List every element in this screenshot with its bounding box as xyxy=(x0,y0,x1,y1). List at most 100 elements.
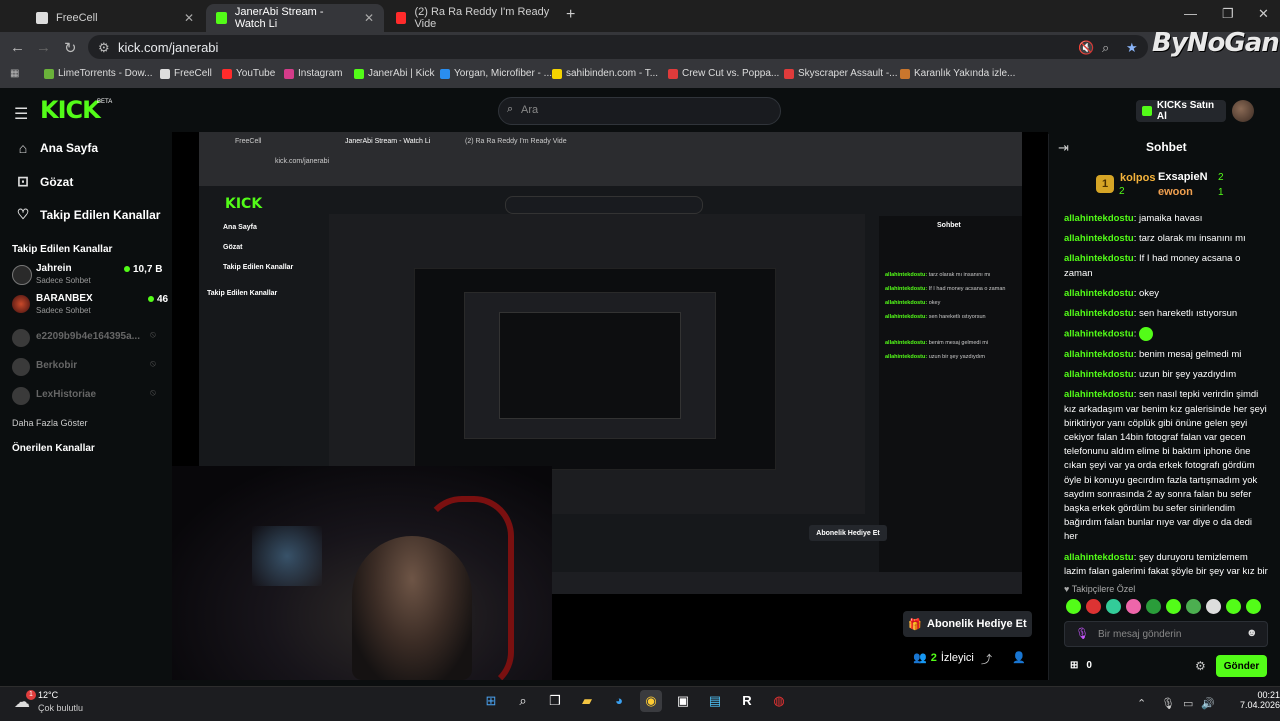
microphone-icon[interactable]: 🎙 xyxy=(1075,627,1089,640)
channel-e2209[interactable]: e2209b9b4e164395a... ⦸ xyxy=(12,326,162,352)
channel-category: Sadece Sohbet xyxy=(36,276,91,285)
nav-following[interactable]: ♡ Takip Edilen Kanallar xyxy=(16,206,161,223)
avatar xyxy=(12,329,30,347)
kicks-balance[interactable]: ⊞ 0 xyxy=(1070,660,1092,671)
emote-icon[interactable] xyxy=(1246,599,1261,614)
windows-start-icon[interactable]: ⊞ xyxy=(480,690,502,712)
emote-icon[interactable] xyxy=(1146,599,1161,614)
zoom-icon[interactable]: ⌕ xyxy=(1102,40,1109,56)
emote-icon[interactable] xyxy=(1226,599,1241,614)
kick-logo[interactable]: KICK xyxy=(40,96,101,124)
user-avatar[interactable] xyxy=(1232,100,1254,122)
muted-icon[interactable]: 🔇 xyxy=(1078,40,1094,56)
bookmark-item[interactable]: LimeTorrents - Dow... xyxy=(44,68,152,79)
minimize-icon[interactable]: — xyxy=(1184,6,1197,21)
emote-icon xyxy=(1138,327,1153,342)
emote-icon[interactable] xyxy=(1066,599,1081,614)
network-app-icon[interactable]: ▤ xyxy=(704,690,726,712)
file-explorer-icon[interactable]: ▰ xyxy=(576,690,598,712)
buy-kicks-button[interactable]: KICKs Satın Al xyxy=(1136,100,1226,122)
streamer xyxy=(352,536,472,680)
emote-icon[interactable] xyxy=(1106,599,1121,614)
channel-berkobir[interactable]: Berkobir ⦸ xyxy=(12,355,162,381)
bookmark-favicon-icon xyxy=(354,68,364,79)
menu-icon[interactable]: ☰ xyxy=(14,104,28,124)
share-icon[interactable]: ⤴ xyxy=(981,651,992,667)
bookmark-item[interactable]: sahibinden.com - T... xyxy=(552,68,658,79)
bookmark-item[interactable]: YouTube xyxy=(222,68,275,79)
forward-icon[interactable]: → xyxy=(36,39,51,56)
tab-youtube[interactable]: (2) Ra Ra Reddy I'm Ready Vide xyxy=(386,4,564,32)
site-settings-icon[interactable]: ⚙ xyxy=(98,40,110,56)
tray-chevron-icon[interactable]: ⌃ xyxy=(1137,697,1146,710)
bookmark-item[interactable]: Skyscraper Assault -... xyxy=(784,68,897,79)
r-app-icon[interactable]: R xyxy=(736,690,758,712)
omnibox[interactable] xyxy=(88,35,1148,59)
live-dot-icon xyxy=(148,296,154,302)
edge-icon[interactable]: ◕ xyxy=(608,690,630,712)
new-tab-icon[interactable]: + xyxy=(566,6,575,24)
bookmark-item[interactable]: Yorgan, Microfiber - ... xyxy=(440,68,552,79)
bookmark-item[interactable]: Karanlık Yakında izle... xyxy=(900,68,1015,79)
bookmark-star-icon[interactable]: ★ xyxy=(1126,40,1138,56)
nav-browse[interactable]: ⊡ Gözat xyxy=(16,173,73,190)
collapse-chat-icon[interactable]: ⇥ xyxy=(1058,140,1069,156)
channel-name: e2209b9b4e164395a... xyxy=(36,331,140,342)
tab-label: FreeCell xyxy=(56,12,98,24)
chrome-icon[interactable]: ◉ xyxy=(640,690,662,712)
nested-url: kick.com/janerabi xyxy=(275,158,330,165)
emote-icon[interactable] xyxy=(1086,599,1101,614)
reload-icon[interactable]: ↻ xyxy=(64,39,77,57)
volume-tray-icon[interactable]: 🔊 xyxy=(1201,697,1215,710)
url-text[interactable]: kick.com/janerabi xyxy=(118,40,218,55)
close-window-icon[interactable]: ✕ xyxy=(1258,6,1269,22)
apps-grid-icon[interactable]: ▦ xyxy=(10,68,19,79)
clock[interactable]: 00:21 7.04.2026 xyxy=(1240,690,1280,710)
gift-subscription-button[interactable]: 🎁 Abonelik Hediye Et xyxy=(903,611,1032,637)
bookmark-item[interactable]: Crew Cut vs. Poppa... xyxy=(668,68,779,79)
back-icon[interactable]: ← xyxy=(10,39,25,56)
bookmark-item[interactable]: Instagram xyxy=(284,68,342,79)
suggested-heading: Önerilen Kanallar xyxy=(12,443,95,454)
show-more-link[interactable]: Daha Fazla Göster xyxy=(12,418,88,428)
search-icon[interactable]: ⌕ xyxy=(512,690,534,712)
avatar xyxy=(12,295,30,313)
mic-tray-icon[interactable]: 🎙 xyxy=(1161,697,1175,710)
bookmark-favicon-icon xyxy=(284,68,294,79)
top-gifter-name[interactable]: kolpos xyxy=(1120,172,1155,184)
bookmark-item[interactable]: FreeCell xyxy=(160,68,212,79)
top-gifter-crown-icon: 1 xyxy=(1096,175,1114,193)
channel-jahrein[interactable]: Jahrein Sadece Sohbet 10,7 B xyxy=(12,262,162,288)
close-tab-icon[interactable]: ✕ xyxy=(364,11,374,25)
stream-video[interactable]: FreeCell JanerAbi Stream - Watch Li (2) … xyxy=(172,132,1048,680)
nested-search xyxy=(505,196,703,214)
temperature: 12°C xyxy=(38,690,59,700)
tab-kick-stream[interactable]: JanerAbi Stream - Watch Li ✕ xyxy=(206,4,384,32)
maximize-icon[interactable]: ❐ xyxy=(1222,6,1234,22)
bookmark-label: LimeTorrents - Dow... xyxy=(58,68,153,79)
third-gifter-name[interactable]: ewoon xyxy=(1158,186,1193,198)
obs-icon[interactable]: ◍ xyxy=(768,690,790,712)
follow-icon[interactable]: 👤 xyxy=(1012,651,1026,664)
emote-icon[interactable] xyxy=(1186,599,1201,614)
chat-settings-icon[interactable]: ⚙ xyxy=(1195,659,1206,673)
watermark-logo: ByNoGan xyxy=(1152,28,1280,58)
kicks-icon xyxy=(1142,106,1152,116)
beta-label: BETA xyxy=(97,99,113,105)
store-icon[interactable]: ▣ xyxy=(672,690,694,712)
emote-icon[interactable] xyxy=(1166,599,1181,614)
bookmark-item[interactable]: JanerAbi | Kick xyxy=(354,68,435,79)
tab-freecell[interactable]: FreeCell ✕ xyxy=(26,4,204,32)
display-tray-icon[interactable]: ▭ xyxy=(1183,697,1193,710)
nav-home[interactable]: ⌂ Ana Sayfa xyxy=(16,140,98,156)
emoji-picker-icon[interactable]: ☻ xyxy=(1246,627,1258,639)
task-view-icon[interactable]: ❐ xyxy=(544,690,566,712)
send-button[interactable]: Gönder xyxy=(1216,655,1267,677)
emote-icon[interactable] xyxy=(1206,599,1221,614)
channel-lexhistoriae[interactable]: LexHistoriae ⦸ xyxy=(12,384,162,410)
second-gifter-name[interactable]: ExsapieN xyxy=(1158,171,1208,183)
close-tab-icon[interactable]: ✕ xyxy=(184,11,194,25)
emote-icon[interactable] xyxy=(1126,599,1141,614)
channel-baranbex[interactable]: BARANBEX Sadece Sohbet 46 xyxy=(12,292,168,318)
search-input[interactable] xyxy=(498,97,781,125)
